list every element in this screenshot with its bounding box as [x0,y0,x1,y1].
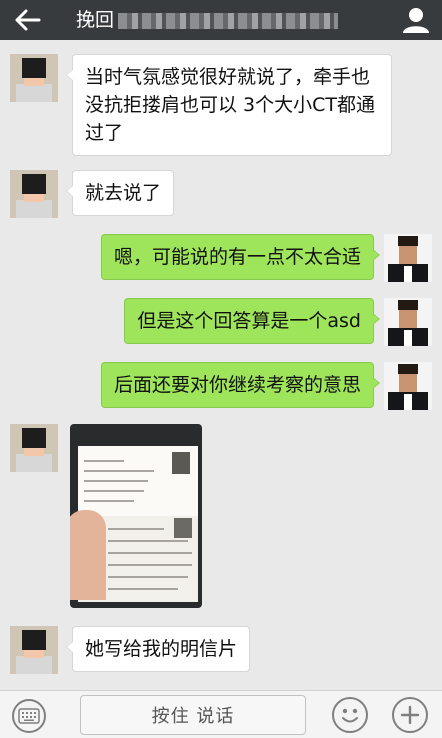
emoji-button[interactable] [332,697,368,733]
handwriting-line [108,528,164,530]
outgoing-message-bubble[interactable]: 后面还要对你继续考察的意思 [100,362,381,408]
image-message-postcard[interactable] [70,424,202,608]
handwriting-line [84,500,134,502]
hold-to-talk-button[interactable]: 按住 说话 [80,695,306,735]
my-avatar[interactable] [384,298,432,346]
incoming-message-bubble[interactable]: 她写给我的明信片 [65,626,251,672]
handwriting-line [84,460,124,462]
keyboard-icon [18,708,40,724]
avatar-image [10,626,58,674]
incoming-message-bubble[interactable]: 就去说了 [65,170,175,216]
input-bar: 按住 说话 [0,690,442,738]
postcard-stamp [172,452,190,474]
my-avatar[interactable] [384,234,432,282]
keyboard-toggle-button[interactable] [12,699,46,733]
chat-profile-button[interactable] [400,4,432,36]
outgoing-message-bubble[interactable]: 但是这个回答算是一个asd [124,298,380,344]
avatar-image [384,234,432,282]
contact-avatar[interactable] [10,424,58,472]
incoming-message-bubble[interactable]: 当时气氛感觉很好就说了，牵手也没抗拒搂肩也可以 3个大小CT都通过了 [66,54,392,156]
my-avatar[interactable] [384,362,432,410]
handwriting-line [84,490,144,492]
contact-avatar[interactable] [10,626,58,674]
hand-holding-postcard [70,510,106,600]
avatar-image [10,54,58,102]
chat-title: 挽回 [76,0,339,40]
message-list[interactable]: 当时气氛感觉很好就说了，牵手也没抗拒搂肩也可以 3个大小CT都通过了 就去说了 … [0,40,442,690]
more-options-button[interactable] [392,697,428,733]
handwriting-line [108,564,192,566]
handwriting-line [108,552,192,554]
person-icon [403,8,429,33]
handwriting-line [84,470,154,472]
handwriting-line [108,576,188,578]
emoji-icon [342,708,358,723]
handwriting-line [84,480,148,482]
handwriting-line [108,588,178,590]
avatar-image [10,170,58,218]
contact-avatar[interactable] [10,54,58,102]
back-arrow-icon [15,9,41,31]
blurred-title-name [118,12,339,29]
plus-icon [400,705,420,725]
contact-avatar[interactable] [10,170,58,218]
top-bar: 挽回 [0,0,442,40]
avatar-image [10,424,58,472]
outgoing-message-bubble[interactable]: 嗯，可能说的有一点不太合适 [100,234,381,280]
back-button[interactable] [6,0,50,40]
postcard-stamp [174,518,192,538]
chat-title-text: 挽回 [76,9,115,31]
handwriting-line [108,540,188,542]
avatar-image [384,298,432,346]
avatar-image [384,362,432,410]
